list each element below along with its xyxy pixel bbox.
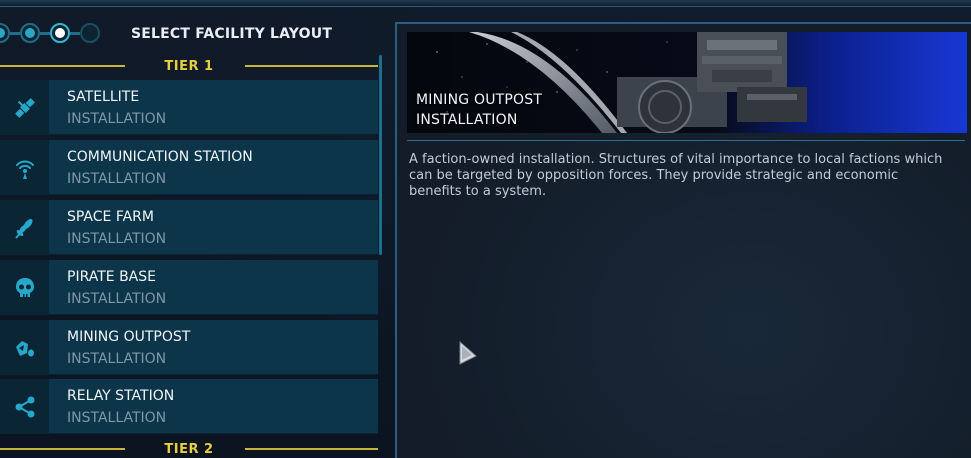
step-connector <box>10 31 20 35</box>
item-icon-box <box>0 260 49 315</box>
facility-name: MINING OUTPOST <box>67 329 191 345</box>
facility-description: A faction-owned installation. Structures… <box>409 152 943 199</box>
step-2-icon <box>20 23 40 43</box>
tier-2-label: TIER 2 <box>164 441 214 457</box>
tier-divider-left <box>0 65 125 67</box>
facility-kind: INSTALLATION <box>67 171 167 187</box>
tier-divider-right <box>245 65 378 67</box>
tier-divider-right <box>245 448 378 450</box>
facility-kind: INSTALLATION <box>67 291 167 307</box>
page-title: SELECT FACILITY LAYOUT <box>131 26 333 42</box>
facility-item-space-farm[interactable]: SPACE FARM INSTALLATION <box>0 200 378 255</box>
step-3-icon <box>50 23 70 43</box>
facility-item-mining-outpost[interactable]: MINING OUTPOST INSTALLATION <box>0 320 378 375</box>
item-icon-box <box>0 80 49 135</box>
facility-name: PIRATE BASE <box>67 269 156 285</box>
facility-kind: INSTALLATION <box>67 111 167 127</box>
detail-title: MINING OUTPOST INSTALLATION <box>416 90 542 130</box>
item-icon-box <box>0 320 49 375</box>
facility-kind: INSTALLATION <box>67 351 167 367</box>
satellite-icon <box>14 97 35 118</box>
facility-item-pirate-base[interactable]: PIRATE BASE INSTALLATION <box>0 260 378 315</box>
antenna-icon <box>15 160 34 179</box>
leaf-icon <box>14 218 33 239</box>
tier-2-header: TIER 2 <box>0 441 378 457</box>
step-connector <box>40 31 50 35</box>
top-frame-edge <box>0 0 971 7</box>
tier-1-header: TIER 1 <box>0 58 378 74</box>
step-1-icon <box>0 23 10 43</box>
skull-icon <box>15 277 34 297</box>
step-4-icon <box>80 23 100 43</box>
facility-item-communication-station[interactable]: COMMUNICATION STATION INSTALLATION <box>0 140 378 195</box>
facility-kind: INSTALLATION <box>67 410 167 426</box>
ore-icon <box>15 340 34 356</box>
item-icon-box <box>0 200 49 255</box>
step-connector <box>70 31 80 35</box>
facility-name: COMMUNICATION STATION <box>67 149 253 165</box>
facility-name: RELAY STATION <box>67 388 175 404</box>
facility-layout-screen: SELECT FACILITY LAYOUT TIER 1 SATELLITE … <box>0 0 971 458</box>
detail-divider <box>407 140 965 141</box>
network-icon <box>15 396 34 417</box>
facility-name: SATELLITE <box>67 89 140 105</box>
facility-preview-image: MINING OUTPOST INSTALLATION <box>407 32 967 133</box>
facility-item-satellite[interactable]: SATELLITE INSTALLATION <box>0 80 378 135</box>
detail-title-kind: INSTALLATION <box>416 112 518 128</box>
item-icon-box <box>0 379 49 434</box>
facility-kind: INSTALLATION <box>67 231 167 247</box>
list-scrollbar[interactable] <box>379 55 382 255</box>
item-icon-box <box>0 140 49 195</box>
detail-title-name: MINING OUTPOST <box>416 92 543 108</box>
step-progress <box>0 20 100 46</box>
facility-name: SPACE FARM <box>67 209 154 225</box>
tier-divider-left <box>0 448 125 450</box>
facility-item-relay-station[interactable]: RELAY STATION INSTALLATION <box>0 379 378 434</box>
tier-1-label: TIER 1 <box>164 58 214 74</box>
facility-detail-panel: MINING OUTPOST INSTALLATION A faction-ow… <box>395 22 971 458</box>
mouse-cursor-icon <box>459 340 477 365</box>
